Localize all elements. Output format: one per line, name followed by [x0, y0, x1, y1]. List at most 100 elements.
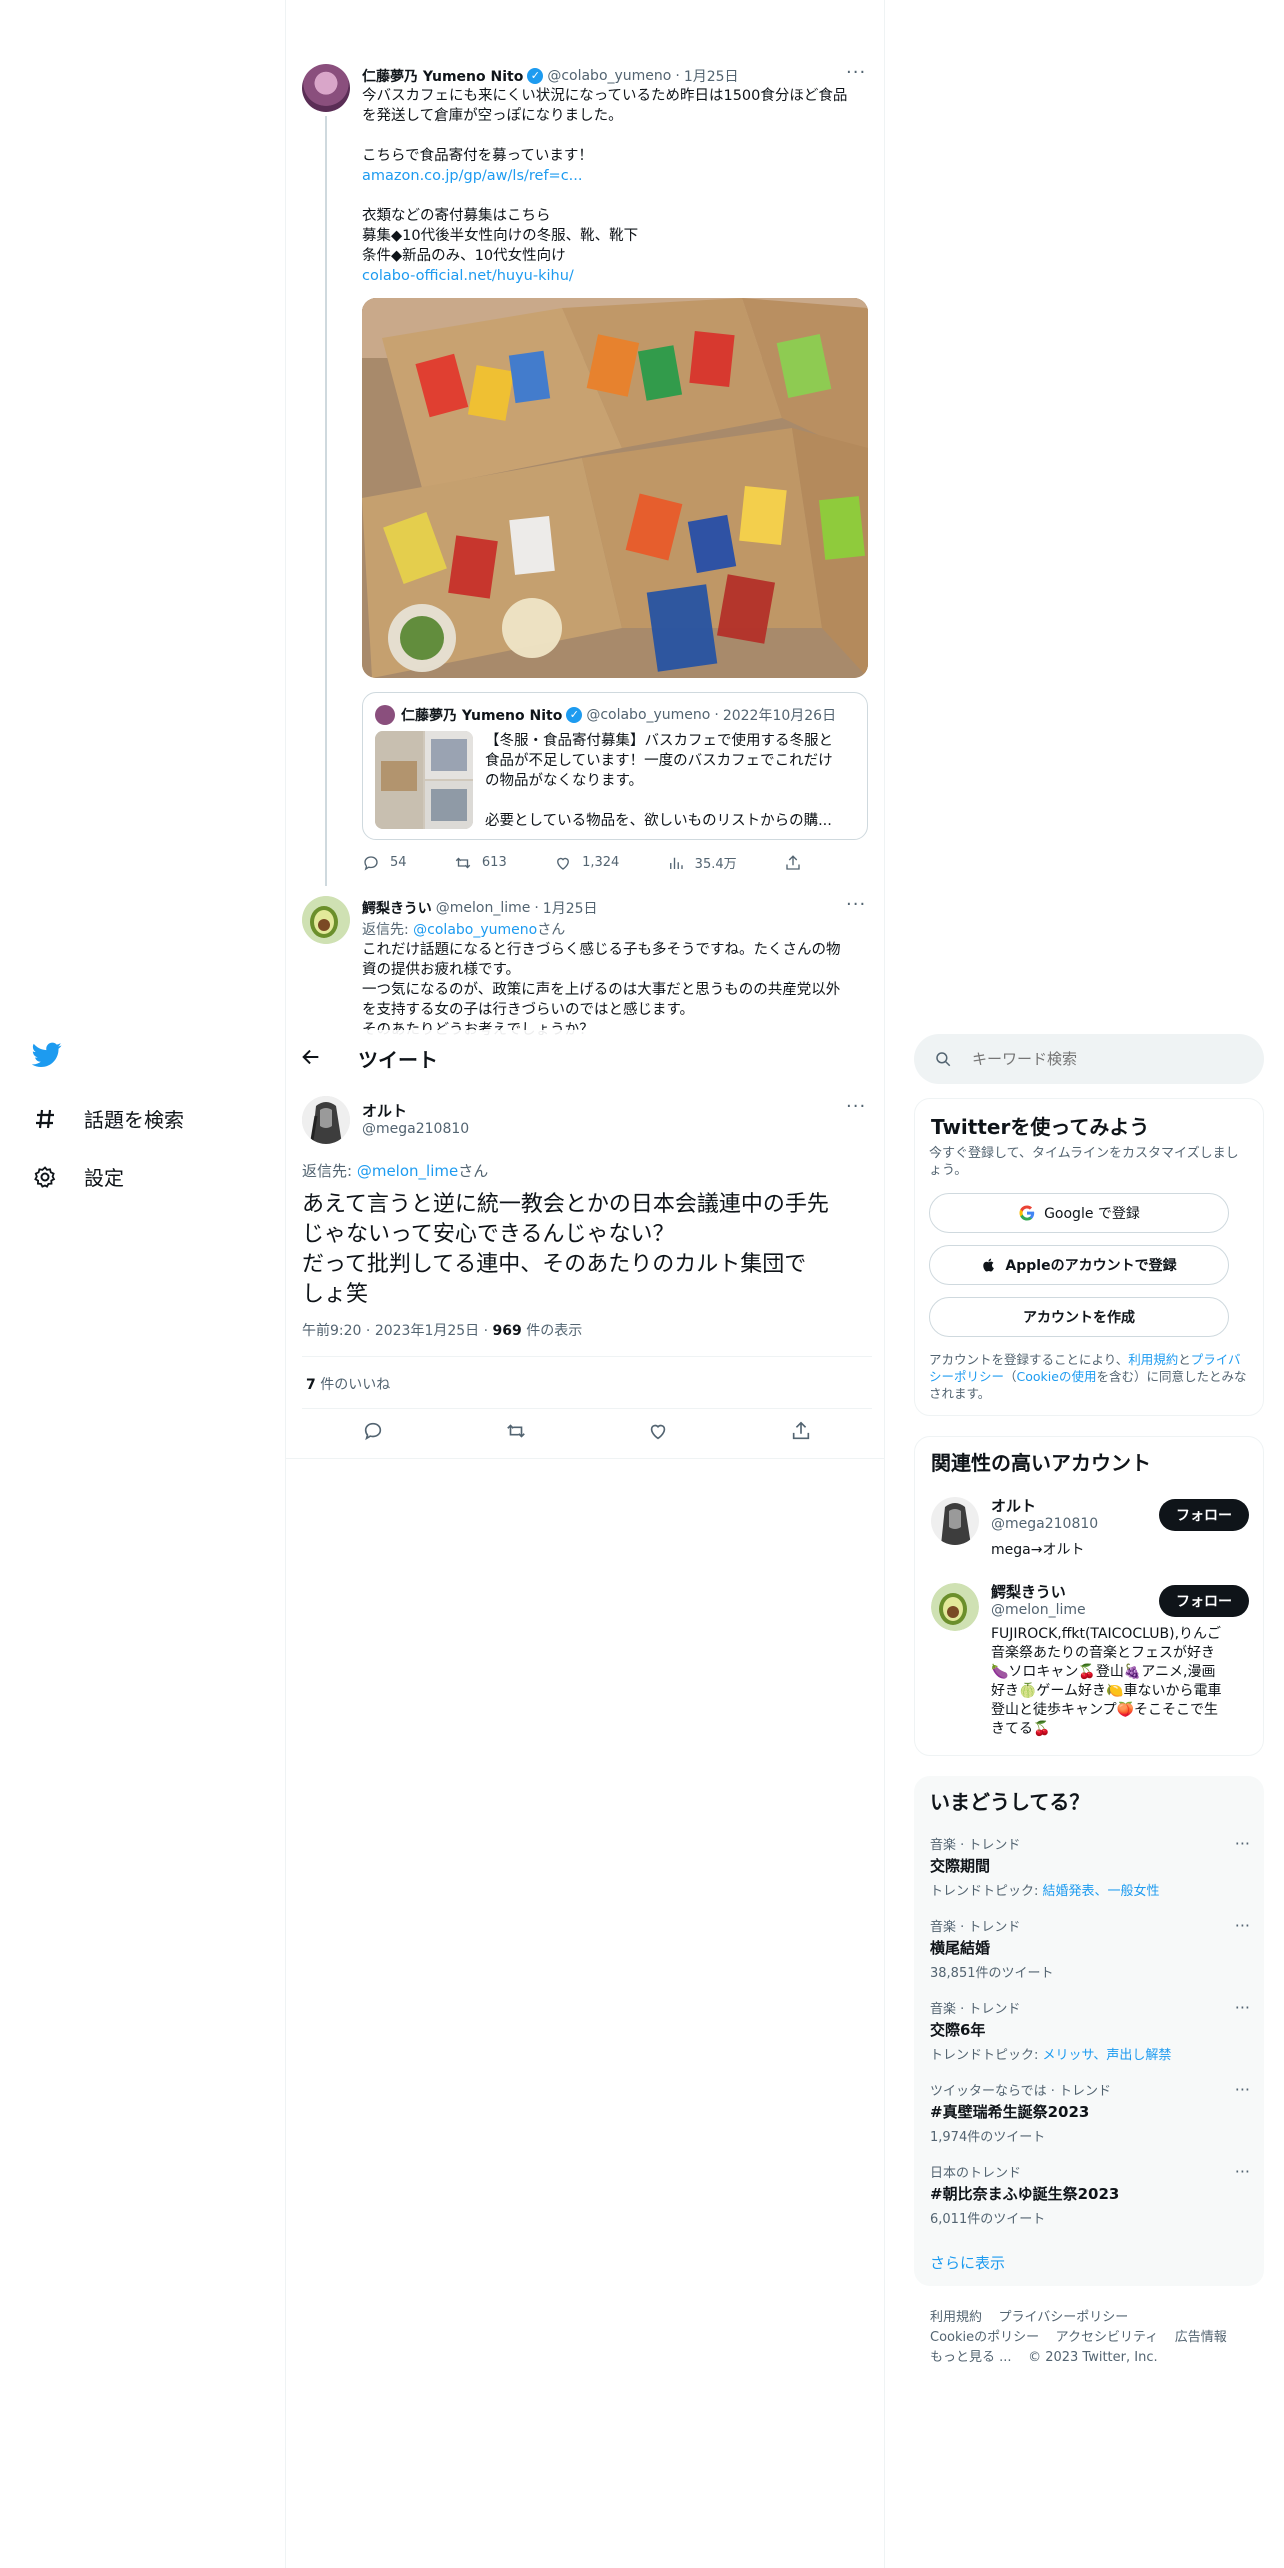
retweet-count: 613 — [481, 855, 507, 870]
tweet-header: 鰐梨きうい @melon_lime · 1月25日 — [362, 898, 598, 918]
tweet-photo[interactable] — [362, 298, 868, 678]
footer-links-row: Cookieのポリシー アクセシビリティ 広告情報 — [930, 2326, 1227, 2345]
quoted-tweet-header: 仁藤夢乃 Yumeno Nito ✓ @colabo_yumeno · 2022… — [401, 705, 836, 725]
back-button[interactable] — [300, 1046, 322, 1072]
avatar[interactable] — [302, 896, 350, 944]
more-options-icon[interactable]: ··· — [1235, 1998, 1250, 2017]
terms-link[interactable]: 利用規約 — [1128, 1352, 1178, 1367]
reply-button[interactable]: 54 — [362, 854, 407, 872]
google-signup-button[interactable]: Google で登録 — [929, 1193, 1229, 1233]
avatar[interactable] — [931, 1497, 979, 1545]
author-name[interactable]: 仁藤夢乃 Yumeno Nito — [362, 66, 523, 86]
tweet-body: これだけ話題になると行きづらく感じる子も多そうですね。たくさんの物 資の提供お疲… — [362, 940, 872, 1036]
quoted-tweet[interactable]: 仁藤夢乃 Yumeno Nito ✓ @colabo_yumeno · 2022… — [362, 692, 868, 840]
author-name[interactable]: 鰐梨きうい — [362, 898, 432, 918]
cookie-link[interactable]: Cookieの使用 — [1017, 1369, 1097, 1384]
account-name[interactable]: 鰐梨きうい — [991, 1581, 1066, 1602]
tweet-link[interactable]: colabo-official.net/huyu-kihu/ — [362, 266, 872, 286]
footer-link[interactable]: 利用規約 — [930, 2310, 982, 2325]
tweet-link[interactable]: amazon.co.jp/gp/aw/ls/ref=c... — [362, 166, 872, 186]
reply-to-link[interactable]: @colabo_yumeno — [413, 922, 537, 938]
heart-icon — [557, 857, 570, 870]
verified-badge-icon: ✓ — [527, 68, 544, 84]
footer-links-row: もっと見る ... © 2023 Twitter, Inc. — [930, 2346, 1158, 2365]
more-options-icon[interactable]: ··· — [1235, 2080, 1250, 2099]
tweet-date[interactable]: 1月25日 — [543, 898, 598, 918]
avatar[interactable] — [302, 1096, 350, 1144]
create-account-button[interactable]: アカウントを作成 — [929, 1297, 1229, 1337]
account-name[interactable]: オルト — [991, 1495, 1036, 1516]
like-button[interactable]: 1,324 — [554, 854, 619, 872]
account-bio: FUJIROCK,ffkt(TAICOCLUB),りんご 音楽祭あたりの音楽とフ… — [991, 1625, 1253, 1739]
footer-link[interactable]: アクセシビリティ — [1056, 2330, 1159, 2345]
separator: · — [483, 1323, 489, 1339]
more-options-icon[interactable]: ··· — [846, 894, 866, 915]
trend-topic-link[interactable]: メリッサ、声出し解禁 — [1043, 2048, 1172, 2063]
more-options-icon[interactable]: ··· — [1235, 2162, 1250, 2181]
author-handle[interactable]: @colabo_yumeno — [547, 68, 671, 84]
reply-icon — [364, 855, 378, 870]
author-name[interactable]: オルト — [362, 1100, 407, 1121]
show-more-link[interactable]: さらに表示 — [930, 2252, 1005, 2273]
tweet-body: 今バスカフェにも来にくい状況になっているため昨日は1500食分ほど食品 を発送し… — [362, 86, 872, 286]
like-button[interactable] — [647, 1420, 669, 1446]
thread-line — [325, 116, 327, 886]
reply-icon — [365, 1422, 382, 1441]
apple-icon — [983, 1258, 995, 1272]
search-input[interactable] — [972, 1050, 1232, 1068]
tweet-date[interactable]: 2023年1月25日 — [375, 1323, 479, 1339]
follow-button[interactable]: フォロー — [1159, 1499, 1249, 1531]
bio-line: 音楽祭あたりの音楽とフェスが好き — [991, 1645, 1215, 1661]
divider — [302, 1408, 872, 1409]
more-options-icon[interactable]: ··· — [846, 1096, 866, 1117]
tweet-meta: 午前9:20 · 2023年1月25日 · 969 件の表示 — [302, 1320, 582, 1340]
bio-line: きてる🍒 — [991, 1721, 1051, 1737]
quoted-tweet-thumbnail — [375, 731, 473, 829]
more-options-icon[interactable]: ··· — [1235, 1916, 1250, 1935]
tweet-date[interactable]: 1月25日 — [684, 66, 739, 86]
likes-summary[interactable]: 7 件のいいね — [306, 1374, 390, 1394]
footer-link[interactable]: 広告情報 — [1175, 2330, 1227, 2345]
follow-button[interactable]: フォロー — [1159, 1585, 1249, 1617]
avatar-image — [302, 1096, 350, 1144]
views-button[interactable]: 35.4万 — [667, 853, 737, 872]
footer-more-link[interactable]: もっと見る ... — [930, 2350, 1012, 2365]
twitter-logo[interactable] — [31, 1042, 62, 1072]
footer-link[interactable]: Cookieのポリシー — [930, 2330, 1039, 2345]
footer-link[interactable]: プライバシーポリシー — [999, 2310, 1129, 2325]
tweet-time[interactable]: 午前9:20 — [302, 1323, 361, 1339]
author-handle: @colabo_yumeno — [586, 707, 711, 723]
avatar[interactable] — [931, 1583, 979, 1631]
trend-topic-link[interactable]: 結婚発表、一般女性 — [1043, 1884, 1160, 1899]
avatar[interactable] — [302, 64, 350, 112]
author-handle[interactable]: @mega210810 — [362, 1121, 469, 1137]
share-button[interactable] — [784, 854, 802, 872]
retweet-button[interactable] — [505, 1420, 527, 1446]
account-handle[interactable]: @mega210810 — [991, 1516, 1098, 1532]
share-button[interactable] — [790, 1420, 812, 1446]
more-options-icon[interactable]: ··· — [1235, 1834, 1250, 1853]
nav-item-settings[interactable]: 設定 — [32, 1162, 124, 1191]
tweet-line: じゃないって安心できるんじゃない？ — [302, 1222, 675, 1247]
bio-line: FUJIROCK,ffkt(TAICOCLUB),りんご — [991, 1626, 1222, 1642]
more-options-icon[interactable]: ··· — [846, 62, 866, 83]
trend-item[interactable]: 日本のトレンド #朝比奈まふゆ誕生祭2023 6,011件のツイート ··· — [930, 2162, 1250, 2227]
tweet-line: 資の提供お疲れ様です。 — [362, 962, 521, 978]
reply-button[interactable] — [362, 1420, 384, 1446]
trend-name: 交際期間 — [930, 1857, 991, 1875]
author-handle[interactable]: @melon_lime — [436, 900, 531, 916]
verified-badge-icon: ✓ — [566, 707, 583, 723]
account-handle[interactable]: @melon_lime — [991, 1602, 1086, 1618]
trend-item[interactable]: 音楽 · トレンド 交際6年 トレンドトピック: メリッサ、声出し解禁 ··· — [930, 1998, 1250, 2063]
reply-to-link[interactable]: @melon_lime — [357, 1162, 458, 1180]
trend-item[interactable]: ツイッターならでは · トレンド #真壁瑞希生誕祭2023 1,974件のツイー… — [930, 2080, 1250, 2145]
trend-item[interactable]: 音楽 · トレンド 横尾結婚 38,851件のツイート ··· — [930, 1916, 1250, 1981]
trend-item[interactable]: 音楽 · トレンド 交際期間 トレンドトピック: 結婚発表、一般女性 ··· — [930, 1834, 1250, 1899]
nav-item-explore[interactable]: 話題を検索 — [32, 1104, 184, 1133]
apple-signup-button[interactable]: Appleのアカウントで登録 — [929, 1245, 1229, 1285]
retweet-button[interactable]: 613 — [454, 854, 507, 872]
search-box[interactable] — [914, 1034, 1264, 1084]
tweet-spacer — [362, 186, 872, 206]
